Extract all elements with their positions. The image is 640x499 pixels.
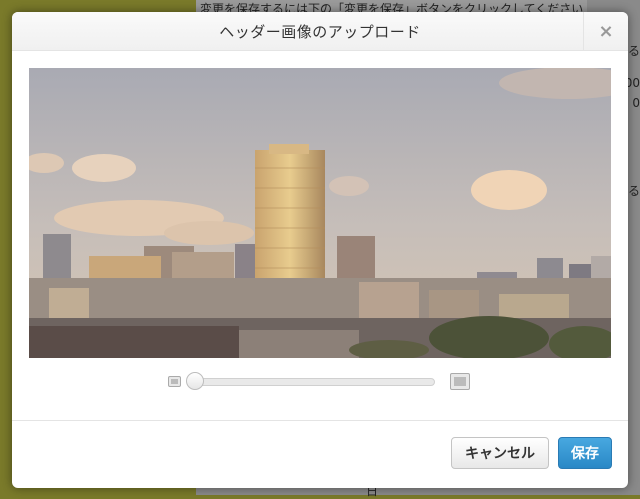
zoom-out-image-icon[interactable] [168, 376, 181, 387]
dialog-header: ヘッダー画像のアップロード × [12, 12, 628, 51]
city-skyline-image [29, 68, 611, 358]
save-button[interactable]: 保存 [558, 437, 612, 469]
dialog-title: ヘッダー画像のアップロード [219, 23, 421, 41]
dialog-footer-divider [12, 420, 628, 421]
zoom-in-image-icon[interactable] [450, 373, 470, 390]
zoom-control [168, 372, 472, 394]
header-image-preview[interactable] [29, 68, 611, 358]
background-side-text: る [627, 44, 640, 58]
zoom-slider-handle[interactable] [186, 372, 204, 390]
cancel-button[interactable]: キャンセル [451, 437, 549, 469]
background-side-text: 0 [632, 96, 640, 110]
header-upload-dialog: ヘッダー画像のアップロード × キャンセル 保存 [12, 12, 628, 488]
close-icon: × [598, 20, 614, 42]
close-button[interactable]: × [583, 12, 628, 50]
zoom-slider-track[interactable] [193, 378, 435, 386]
background-side-text: る [627, 184, 640, 198]
